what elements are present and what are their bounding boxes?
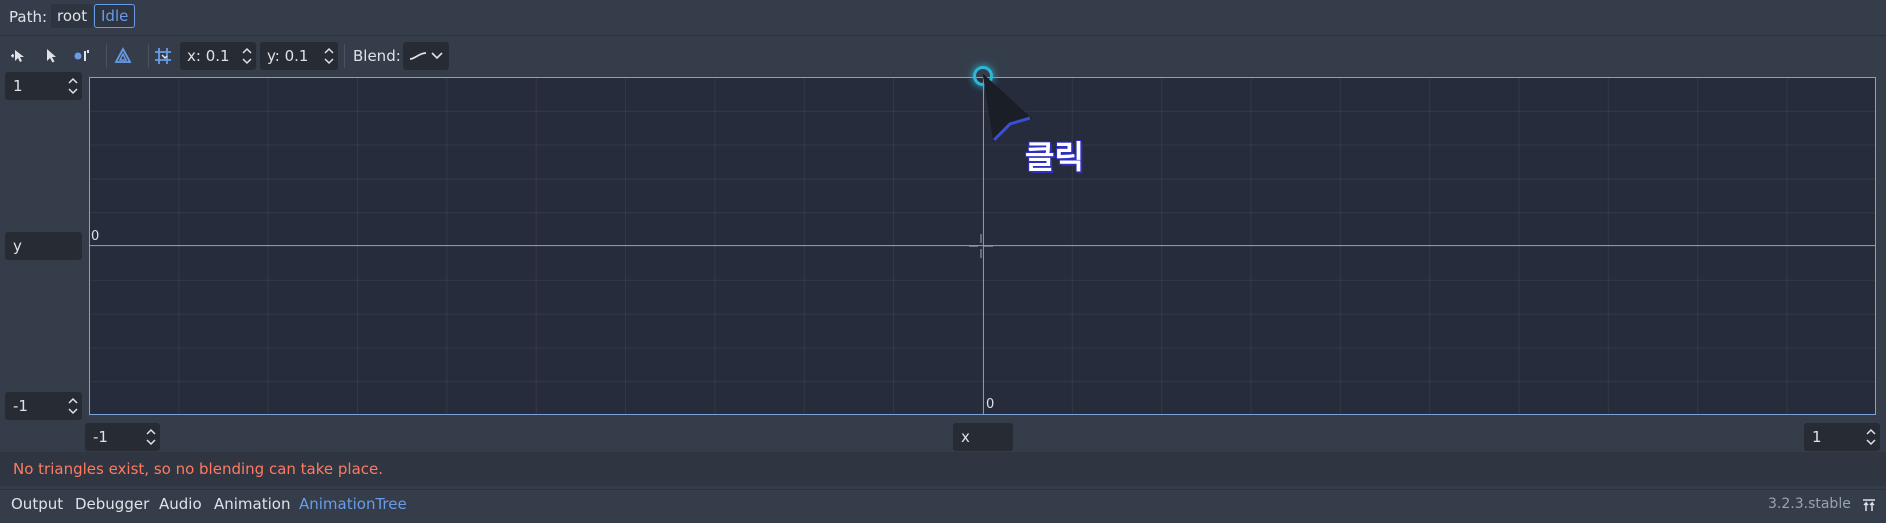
chevron-down-icon	[431, 52, 443, 60]
erase-button[interactable]	[111, 44, 135, 68]
spin-arrows-icon	[324, 47, 334, 65]
path-bar	[0, 0, 1886, 36]
spin-arrows-icon	[68, 77, 78, 95]
version-label: 3.2.3.stable	[1768, 496, 1851, 512]
blend-curve-icon	[409, 52, 427, 60]
snap-y-spinbox[interactable]: y: 0.1	[260, 42, 338, 70]
breadcrumb-idle[interactable]: Idle	[94, 4, 136, 28]
tab-animationtree[interactable]: AnimationTree	[299, 495, 407, 513]
y-max-value: 1	[13, 77, 23, 95]
create-triangles-button[interactable]	[71, 44, 95, 68]
x-label-value: x	[961, 428, 970, 446]
spin-arrows-icon	[68, 397, 78, 415]
x-max-value: 1	[1812, 428, 1822, 446]
spin-arrows-icon	[1866, 428, 1876, 446]
blend-mode-dropdown[interactable]	[403, 42, 449, 70]
click-annotation-label: 클릭	[1025, 138, 1084, 176]
tab-audio[interactable]: Audio	[159, 495, 202, 513]
select-button[interactable]	[39, 44, 63, 68]
tab-debugger[interactable]: Debugger	[75, 495, 149, 513]
snap-icon	[155, 48, 171, 64]
snap-x-spinbox[interactable]: x: 0.1	[180, 42, 256, 70]
x-label-field[interactable]: x	[953, 423, 1013, 451]
blend-position-crosshair-icon[interactable]	[966, 231, 996, 261]
expand-panel-icon[interactable]	[1861, 497, 1877, 513]
y-label-field[interactable]: y	[5, 232, 82, 260]
tab-animation[interactable]: Animation	[214, 495, 290, 513]
spin-arrows-icon	[242, 47, 252, 65]
x-min-spinbox[interactable]: -1	[85, 423, 160, 451]
y-max-spinbox[interactable]: 1	[5, 72, 82, 100]
snap-y-value: y: 0.1	[267, 47, 309, 65]
error-message: No triangles exist, so no blending can t…	[13, 460, 384, 478]
y-min-value: -1	[13, 397, 28, 415]
toolbar-separator	[344, 44, 345, 68]
create-triangles-icon	[74, 50, 89, 61]
spin-arrows-icon	[146, 428, 156, 446]
create-points-button[interactable]	[7, 44, 31, 68]
x-max-spinbox[interactable]: 1	[1804, 423, 1880, 451]
breadcrumb-root[interactable]: root	[51, 4, 94, 28]
toolbar-separator	[148, 44, 149, 68]
y-min-spinbox[interactable]: -1	[5, 392, 82, 420]
y-label-value: y	[13, 237, 22, 255]
create-points-icon	[11, 50, 24, 62]
snap-button[interactable]	[151, 44, 175, 68]
erase-icon	[114, 47, 132, 63]
origin-x-label: 0	[986, 397, 995, 412]
x-min-value: -1	[93, 428, 108, 446]
path-label: Path:	[9, 8, 48, 26]
tab-output[interactable]: Output	[11, 495, 63, 513]
select-icon	[47, 49, 56, 63]
snap-x-value: x: 0.1	[187, 47, 230, 65]
origin-y-label: 0	[91, 229, 100, 244]
blend-label: Blend:	[353, 47, 401, 65]
toolbar-separator	[106, 44, 107, 68]
